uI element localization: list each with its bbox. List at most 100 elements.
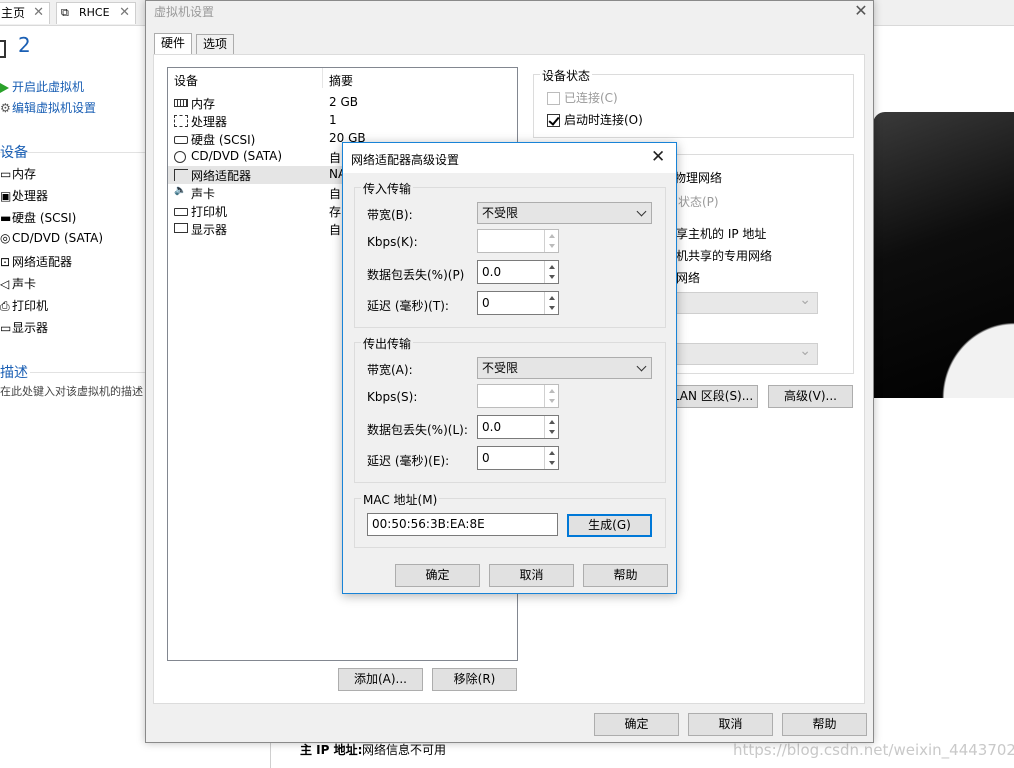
- bg-device-printer[interactable]: ⎙ 打印机: [0, 297, 48, 314]
- memory-icon: ▭: [0, 167, 12, 181]
- bg-device-cpu[interactable]: ▣处理器: [0, 187, 48, 204]
- device-summary: 自: [329, 151, 342, 165]
- ok-button[interactable]: 确定: [395, 564, 480, 587]
- incoming-label: 传入传输: [361, 180, 414, 197]
- column-device[interactable]: 设备: [174, 72, 198, 89]
- bg-device-label: 内存: [12, 167, 37, 181]
- incoming-bandwidth-value: 不受限: [482, 206, 519, 220]
- dialog-title: 虚拟机设置: [154, 5, 215, 19]
- host-only-option[interactable]: 机共享的专用网络: [676, 247, 772, 264]
- advanced-button[interactable]: 高级(V)...: [768, 385, 853, 408]
- close-icon[interactable]: ✕: [852, 1, 870, 20]
- device-summary: 存: [329, 205, 342, 219]
- devices-heading: 设备: [0, 145, 28, 161]
- connect-at-power-on-label: 启动时连接(O): [564, 113, 643, 127]
- incoming-loss-stepper[interactable]: 0.0: [477, 260, 559, 284]
- incoming-latency-value: 0: [482, 296, 490, 310]
- power-on-link[interactable]: 开启此虚拟机: [0, 78, 84, 95]
- network-icon: [174, 169, 188, 181]
- ip-value: 网络信息不可用: [362, 743, 447, 757]
- chevron-down-icon: [636, 361, 647, 372]
- outgoing-loss-stepper[interactable]: 0.0: [477, 415, 559, 439]
- dialog-title: 网络适配器高级设置: [351, 153, 460, 167]
- column-summary[interactable]: 摘要: [329, 72, 353, 89]
- device-name: CD/DVD (SATA): [191, 149, 283, 163]
- tab-rhce[interactable]: ⧉ RHCE ✕: [56, 2, 136, 24]
- lan-segments-button[interactable]: LAN 区段(S)...: [668, 385, 758, 408]
- bg-device-label: 处理器: [12, 189, 49, 203]
- bg-device-cd[interactable]: ◎ CD/DVD (SATA): [0, 231, 103, 245]
- bg-device-display[interactable]: ▭显示器: [0, 319, 48, 336]
- incoming-bandwidth-select[interactable]: 不受限: [477, 202, 652, 224]
- bg-device-sound[interactable]: ◁ 声卡: [0, 275, 36, 292]
- vm-tab-icon: ⧉: [61, 6, 69, 19]
- outgoing-label: 传出传输: [361, 335, 414, 352]
- ok-button[interactable]: 确定: [594, 713, 679, 736]
- help-button[interactable]: 帮助: [583, 564, 668, 587]
- device-summary: 2 GB: [329, 95, 358, 109]
- outgoing-latency-stepper[interactable]: 0: [477, 446, 559, 470]
- cancel-button[interactable]: 取消: [489, 564, 574, 587]
- device-name: 内存: [191, 97, 216, 111]
- cd-icon: [174, 151, 186, 163]
- tab-options[interactable]: 选项: [196, 34, 235, 55]
- bg-device-network[interactable]: ⊡ 网络适配器: [0, 253, 72, 270]
- device-summary: 1: [329, 113, 337, 127]
- spin-arrows-icon[interactable]: [544, 447, 558, 469]
- edit-icon: ⚙: [0, 101, 11, 115]
- display-icon: ▭: [0, 321, 12, 335]
- device-summary: 自: [329, 187, 342, 201]
- incoming-kbps-label: Kbps(K):: [367, 235, 418, 249]
- title-bar[interactable]: 网络适配器高级设置 ✕: [343, 143, 676, 173]
- incoming-bandwidth-label: 带宽(B):: [367, 208, 413, 222]
- lan-segment-select: [662, 343, 818, 365]
- custom-network-option[interactable]: 网络: [676, 269, 700, 286]
- generate-mac-button[interactable]: 生成(G): [567, 514, 652, 537]
- device-row-memory[interactable]: 内存 2 GB: [168, 94, 517, 112]
- description-placeholder[interactable]: 在此处键入对该虚拟机的描述: [0, 383, 145, 399]
- outgoing-bandwidth-select[interactable]: 不受限: [477, 357, 652, 379]
- description-heading: 描述: [0, 365, 28, 381]
- device-row-cpu[interactable]: 处理器 1: [168, 112, 517, 130]
- remove-device-button[interactable]: 移除(R): [432, 668, 517, 691]
- bg-device-memory[interactable]: ▭内存: [0, 165, 36, 182]
- device-name: 声卡: [191, 187, 216, 201]
- close-icon[interactable]: ✕: [651, 147, 665, 167]
- close-icon[interactable]: ✕: [119, 3, 130, 23]
- cd-icon: ◎: [0, 231, 11, 245]
- replicate-state-option: 状态(P): [678, 195, 719, 209]
- mac-address-field[interactable]: 00:50:56:3B:EA:8E: [367, 513, 558, 536]
- display-icon: [174, 223, 188, 233]
- chevron-down-icon: [636, 206, 647, 217]
- mac-address-label: MAC 地址(M): [361, 491, 440, 508]
- cancel-button[interactable]: 取消: [688, 713, 773, 736]
- column-separator[interactable]: [322, 68, 323, 88]
- add-device-button[interactable]: 添加(A)...: [338, 668, 423, 691]
- network-advanced-dialog: 网络适配器高级设置 ✕ 传入传输 带宽(B): 不受限 Kbps(K): 数据包…: [342, 142, 677, 594]
- printer-icon: [174, 208, 188, 216]
- incoming-latency-stepper[interactable]: 0: [477, 291, 559, 315]
- device-name: 打印机: [191, 205, 228, 219]
- tab-hardware[interactable]: 硬件: [154, 33, 193, 55]
- bg-device-hdd[interactable]: ▬硬盘 (SCSI): [0, 209, 76, 226]
- tab-home-label: 主页: [1, 6, 26, 20]
- custom-network-select: [662, 292, 818, 314]
- tab-home[interactable]: 主页 ✕: [0, 2, 50, 24]
- hdd-icon: ▬: [0, 211, 12, 225]
- spin-arrows-icon[interactable]: [544, 292, 558, 314]
- help-button[interactable]: 帮助: [782, 713, 867, 736]
- spin-arrows-icon[interactable]: [544, 261, 558, 283]
- power-on-label: 开启此虚拟机: [12, 80, 85, 94]
- memory-icon: [174, 99, 188, 107]
- spin-arrows-icon[interactable]: [544, 416, 558, 438]
- close-icon[interactable]: ✕: [33, 3, 44, 23]
- connect-at-power-on-checkbox[interactable]: 启动时连接(O): [547, 111, 643, 128]
- device-list-header: 设备 摘要: [168, 68, 517, 90]
- spin-arrows-icon: [544, 385, 558, 407]
- cpu-icon: [174, 115, 188, 127]
- sound-icon: [174, 185, 188, 199]
- device-name: 处理器: [191, 115, 228, 129]
- device-status-label: 设备状态: [540, 67, 593, 84]
- nat-option[interactable]: 享主机的 IP 地址: [676, 225, 766, 242]
- edit-settings-link[interactable]: ⚙编辑虚拟机设置: [0, 99, 96, 116]
